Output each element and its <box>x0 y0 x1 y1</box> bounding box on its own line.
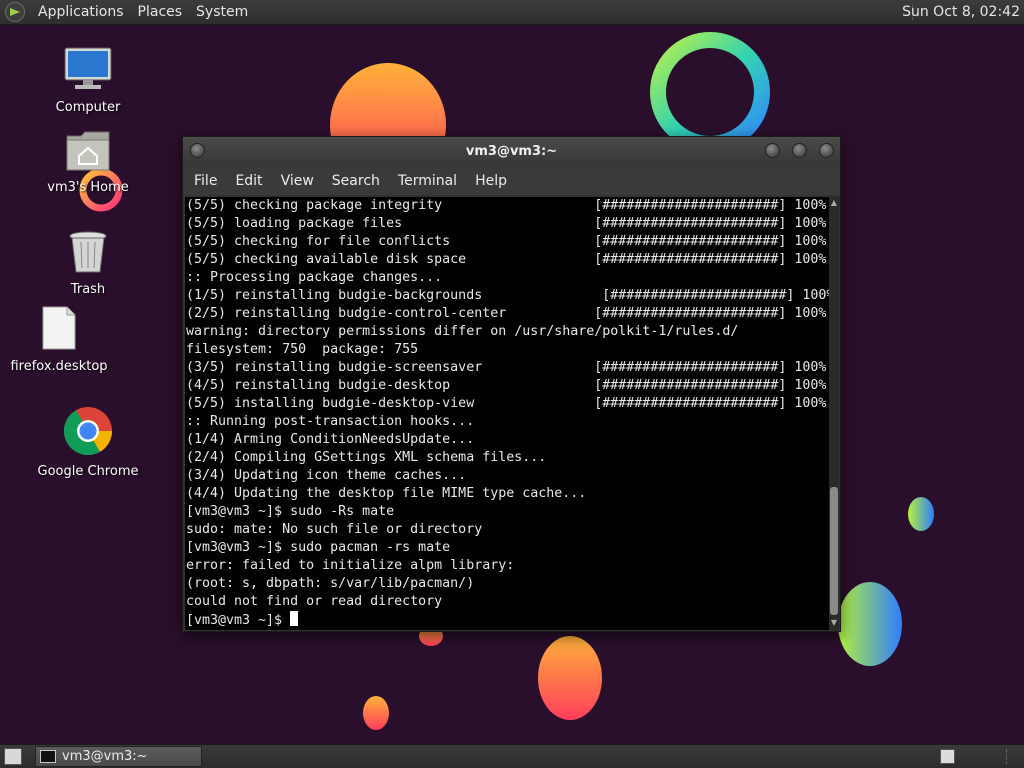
desktop-icon-trash[interactable]: Trash <box>28 230 148 297</box>
clock[interactable]: Sun Oct 8, 02:42 <box>902 0 1020 25</box>
terminal-line: warning: directory permissions differ on… <box>186 324 739 339</box>
terminal-menubar: File Edit View Search Terminal Help <box>183 167 840 195</box>
terminal-icon <box>40 750 56 763</box>
taskbar-item-terminal[interactable]: vm3@vm3:~ <box>35 746 202 767</box>
terminal-line: (1/4) Arming ConditionNeedsUpdate... <box>186 432 475 447</box>
terminal-line: (5/5) installing budgie-desktop-view [##… <box>186 396 827 411</box>
terminal-line: [vm3@vm3 ~]$ sudo -Rs mate <box>186 504 395 519</box>
trash-icon <box>69 231 107 273</box>
terminal-line: (4/5) reinstalling budgie-desktop [#####… <box>186 378 827 393</box>
scroll-down-icon[interactable]: ▼ <box>830 619 838 627</box>
terminal-line: sudo: mate: No such file or directory <box>186 522 483 537</box>
desktop-icon-label: vm3's Home <box>47 180 129 195</box>
chrome-icon <box>63 407 112 456</box>
text-cursor <box>290 611 299 626</box>
terminal-line: (3/5) reinstalling budgie-screensaver [#… <box>186 360 827 375</box>
menu-search[interactable]: Search <box>323 173 389 189</box>
bottom-panel: vm3@vm3:~ <box>0 744 1024 768</box>
scrollbar-thumb[interactable] <box>830 487 838 615</box>
terminal-prompt-line[interactable]: [vm3@vm3 ~]$ <box>185 611 829 629</box>
desktop-icon-google-chrome[interactable]: Google Chrome <box>28 406 148 479</box>
maximize-button[interactable] <box>792 143 807 158</box>
terminal-line: :: Running post-transaction hooks... <box>186 414 475 429</box>
system-menu[interactable]: System <box>189 0 255 25</box>
terminal-line: (3/4) Updating icon theme caches... <box>186 468 467 483</box>
window-title: vm3@vm3:~ <box>465 144 558 159</box>
terminal-line: (4/4) Updating the desktop file MIME typ… <box>186 486 587 501</box>
desktop-icon-firefox-desktop[interactable]: firefox.desktop <box>0 305 119 374</box>
desktop-icon-home[interactable]: vm3's Home <box>28 130 148 195</box>
desktop-icon-label: firefox.desktop <box>10 359 108 374</box>
terminal-line: (1/5) reinstalling budgie-backgrounds [#… <box>186 288 829 303</box>
menu-edit[interactable]: Edit <box>226 173 271 189</box>
terminal-line: :: Processing package changes... <box>186 270 443 285</box>
terminal-line: (root: s, dbpath: s/var/lib/pacman/) <box>186 576 475 591</box>
minimize-button[interactable] <box>765 143 780 158</box>
terminal-line: [vm3@vm3 ~]$ sudo pacman -rs mate <box>186 540 451 555</box>
terminal-window[interactable]: vm3@vm3:~ File Edit View Search Terminal… <box>182 136 841 632</box>
close-button[interactable] <box>819 143 834 158</box>
desktop-icon-label: Google Chrome <box>37 464 139 479</box>
file-icon <box>42 306 76 350</box>
terminal-line: filesystem: 750 package: 755 <box>186 342 419 357</box>
terminal-line: error: failed to initialize alpm library… <box>186 558 515 573</box>
menu-help[interactable]: Help <box>466 173 516 189</box>
taskbar-item-label: vm3@vm3:~ <box>62 749 148 764</box>
top-panel: Applications Places System Sun Oct 8, 02… <box>0 0 1024 25</box>
scroll-up-icon[interactable]: ▲ <box>830 199 838 207</box>
terminal-line: (2/5) reinstalling budgie-control-center… <box>186 306 827 321</box>
terminal-line: could not find or read directory <box>186 594 443 609</box>
workspace-switcher[interactable] <box>940 749 955 764</box>
terminal-scrollbar[interactable]: ▲ ▼ <box>829 197 839 630</box>
panel-separator <box>1006 749 1016 764</box>
terminal-line: (2/4) Compiling GSettings XML schema fil… <box>186 450 547 465</box>
computer-icon <box>64 47 112 89</box>
terminal-line: (5/5) loading package files [###########… <box>186 216 827 231</box>
desktop-icon-label: Trash <box>70 282 106 297</box>
mate-logo-icon[interactable] <box>5 2 25 22</box>
desktop-icon-computer[interactable]: Computer <box>28 46 148 115</box>
terminal-line: (5/5) checking package integrity [######… <box>186 198 827 213</box>
menu-view[interactable]: View <box>272 173 323 189</box>
home-folder-icon <box>66 131 110 171</box>
places-menu[interactable]: Places <box>131 0 190 25</box>
terminal-line: (5/5) checking for file conflicts [#####… <box>186 234 827 249</box>
terminal-prompt: [vm3@vm3 ~]$ <box>186 613 291 628</box>
show-desktop-icon[interactable] <box>4 748 22 765</box>
menu-file[interactable]: File <box>185 173 226 189</box>
applications-menu[interactable]: Applications <box>31 0 131 25</box>
desktop-icon-label: Computer <box>55 100 121 115</box>
terminal-line: (5/5) checking available disk space [###… <box>186 252 827 267</box>
menu-terminal[interactable]: Terminal <box>389 173 466 189</box>
terminal-output[interactable]: (5/5) checking package integrity [######… <box>185 197 829 630</box>
window-titlebar[interactable]: vm3@vm3:~ <box>183 137 840 167</box>
window-menu-button[interactable] <box>190 143 205 158</box>
